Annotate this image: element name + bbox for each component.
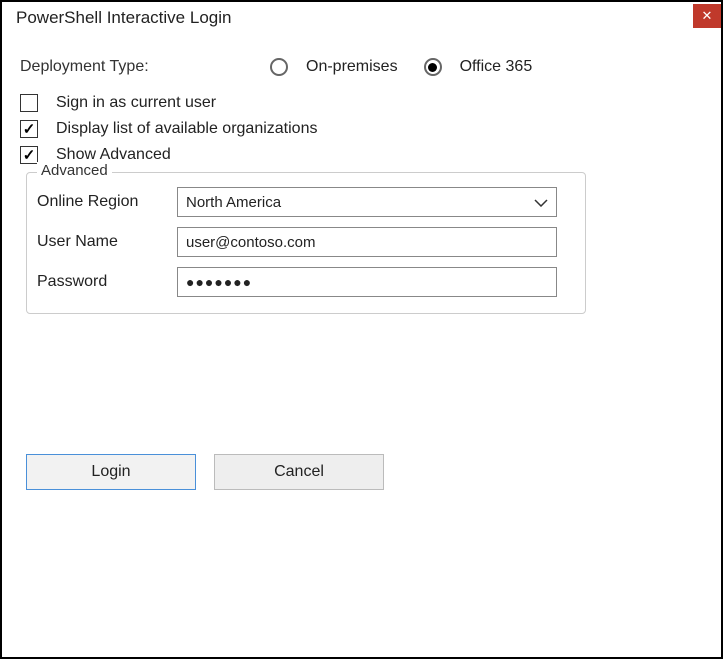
window-title: PowerShell Interactive Login — [16, 8, 231, 28]
close-button[interactable]: ✕ — [693, 4, 721, 28]
checkbox-sign-in-current[interactable] — [20, 94, 38, 112]
display-orgs-row: Display list of available organizations — [20, 120, 703, 138]
username-label: User Name — [37, 233, 177, 251]
titlebar: PowerShell Interactive Login ✕ — [2, 2, 721, 38]
checkbox-show-advanced[interactable] — [20, 146, 38, 164]
deployment-radio-group: On-premises Office 365 — [270, 58, 546, 76]
password-row: Password ●●●●●●● — [37, 267, 571, 297]
radio-office-365[interactable] — [424, 58, 442, 76]
username-row: User Name user@contoso.com — [37, 227, 571, 257]
checkbox-display-orgs-label: Display list of available organizations — [56, 120, 317, 138]
password-input[interactable]: ●●●●●●● — [177, 267, 557, 297]
password-value: ●●●●●●● — [186, 274, 252, 290]
checkbox-sign-in-current-label: Sign in as current user — [56, 94, 216, 112]
online-region-row: Online Region North America — [37, 187, 571, 217]
checkbox-display-orgs[interactable] — [20, 120, 38, 138]
show-advanced-row: Show Advanced — [20, 146, 703, 164]
cancel-button[interactable]: Cancel — [214, 454, 384, 490]
cancel-button-label: Cancel — [274, 463, 324, 481]
close-icon: ✕ — [702, 8, 713, 24]
online-region-label: Online Region — [37, 193, 177, 211]
online-region-select[interactable]: North America — [177, 187, 557, 217]
login-button[interactable]: Login — [26, 454, 196, 490]
radio-office-365-label[interactable]: Office 365 — [460, 58, 533, 76]
login-window: PowerShell Interactive Login ✕ Deploymen… — [0, 0, 723, 659]
deployment-row: Deployment Type: On-premises Office 365 — [20, 58, 703, 76]
button-row: Login Cancel — [26, 454, 703, 490]
radio-on-premises-label[interactable]: On-premises — [306, 58, 398, 76]
advanced-fieldset: Advanced Online Region North America Use… — [26, 172, 586, 314]
deployment-label: Deployment Type: — [20, 58, 270, 76]
username-input[interactable]: user@contoso.com — [177, 227, 557, 257]
content-area: Deployment Type: On-premises Office 365 … — [2, 38, 721, 508]
online-region-value: North America — [186, 194, 281, 211]
advanced-legend: Advanced — [37, 162, 112, 179]
password-label: Password — [37, 273, 177, 291]
sign-in-current-row: Sign in as current user — [20, 94, 703, 112]
username-value: user@contoso.com — [186, 234, 315, 251]
login-button-label: Login — [91, 463, 130, 481]
radio-on-premises[interactable] — [270, 58, 288, 76]
chevron-down-icon — [534, 194, 548, 210]
